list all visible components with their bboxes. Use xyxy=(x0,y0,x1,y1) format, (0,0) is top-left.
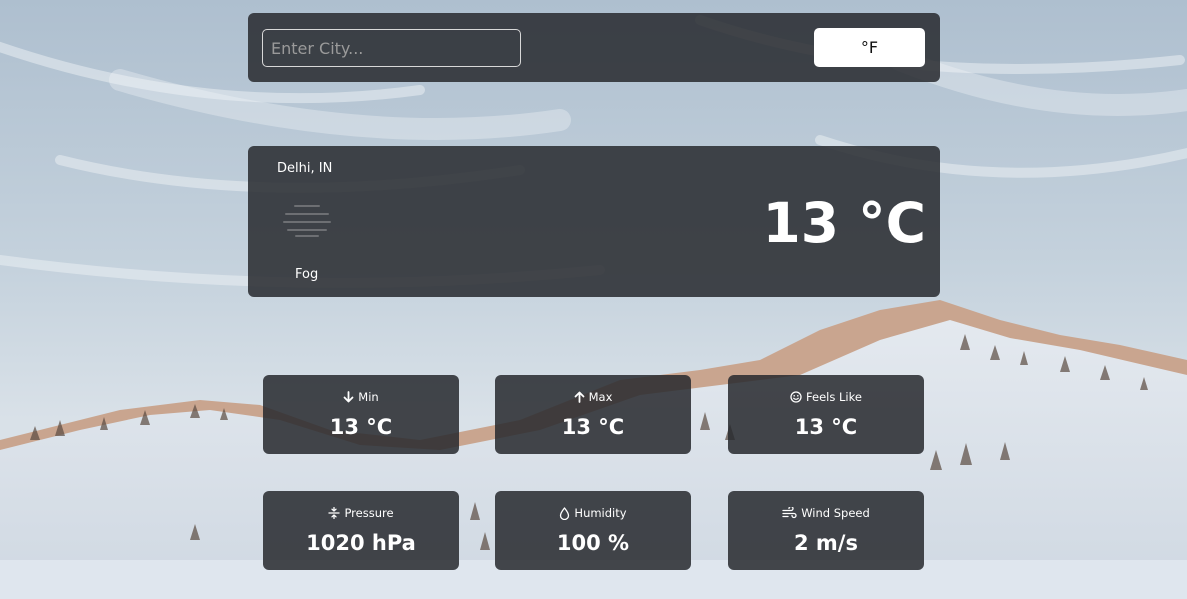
smile-icon xyxy=(790,391,802,403)
search-bar: °F xyxy=(248,13,940,82)
current-temperature: 13 °C xyxy=(762,191,926,255)
max-temp-label: Max xyxy=(588,390,613,404)
arrow-down-icon xyxy=(343,391,354,403)
wind-icon xyxy=(782,507,797,519)
current-weather-card: Delhi, IN Fog 13 °C xyxy=(248,146,940,297)
humidity-value: 100 % xyxy=(556,531,630,555)
wind-speed-card: Wind Speed 2 m/s xyxy=(728,491,924,570)
city-name: Delhi, IN xyxy=(277,161,333,176)
pressure-label: Pressure xyxy=(344,506,394,520)
min-temp-card: Min 13 °C xyxy=(263,375,459,454)
max-temp-value: 13 °C xyxy=(561,415,625,439)
feels-like-card: Feels Like 13 °C xyxy=(728,375,924,454)
min-temp-label: Min xyxy=(358,390,379,404)
city-search-input[interactable] xyxy=(262,29,521,67)
droplet-icon xyxy=(560,506,570,520)
humidity-card: Humidity 100 % xyxy=(495,491,691,570)
humidity-label: Humidity xyxy=(574,506,627,520)
wind-speed-value: 2 m/s xyxy=(794,531,858,555)
pressure-card: Pressure 1020 hPa xyxy=(263,491,459,570)
fog-icon xyxy=(283,205,331,237)
wind-speed-label: Wind Speed xyxy=(801,506,870,520)
feels-like-label: Feels Like xyxy=(806,390,862,404)
min-temp-value: 13 °C xyxy=(329,415,393,439)
pressure-value: 1020 hPa xyxy=(306,531,416,555)
max-temp-card: Max 13 °C xyxy=(495,375,691,454)
arrow-up-icon xyxy=(574,391,585,403)
weather-condition: Fog xyxy=(295,267,319,282)
unit-toggle-button[interactable]: °F xyxy=(814,28,925,67)
feels-like-value: 13 °C xyxy=(794,415,858,439)
pressure-icon xyxy=(328,507,341,519)
